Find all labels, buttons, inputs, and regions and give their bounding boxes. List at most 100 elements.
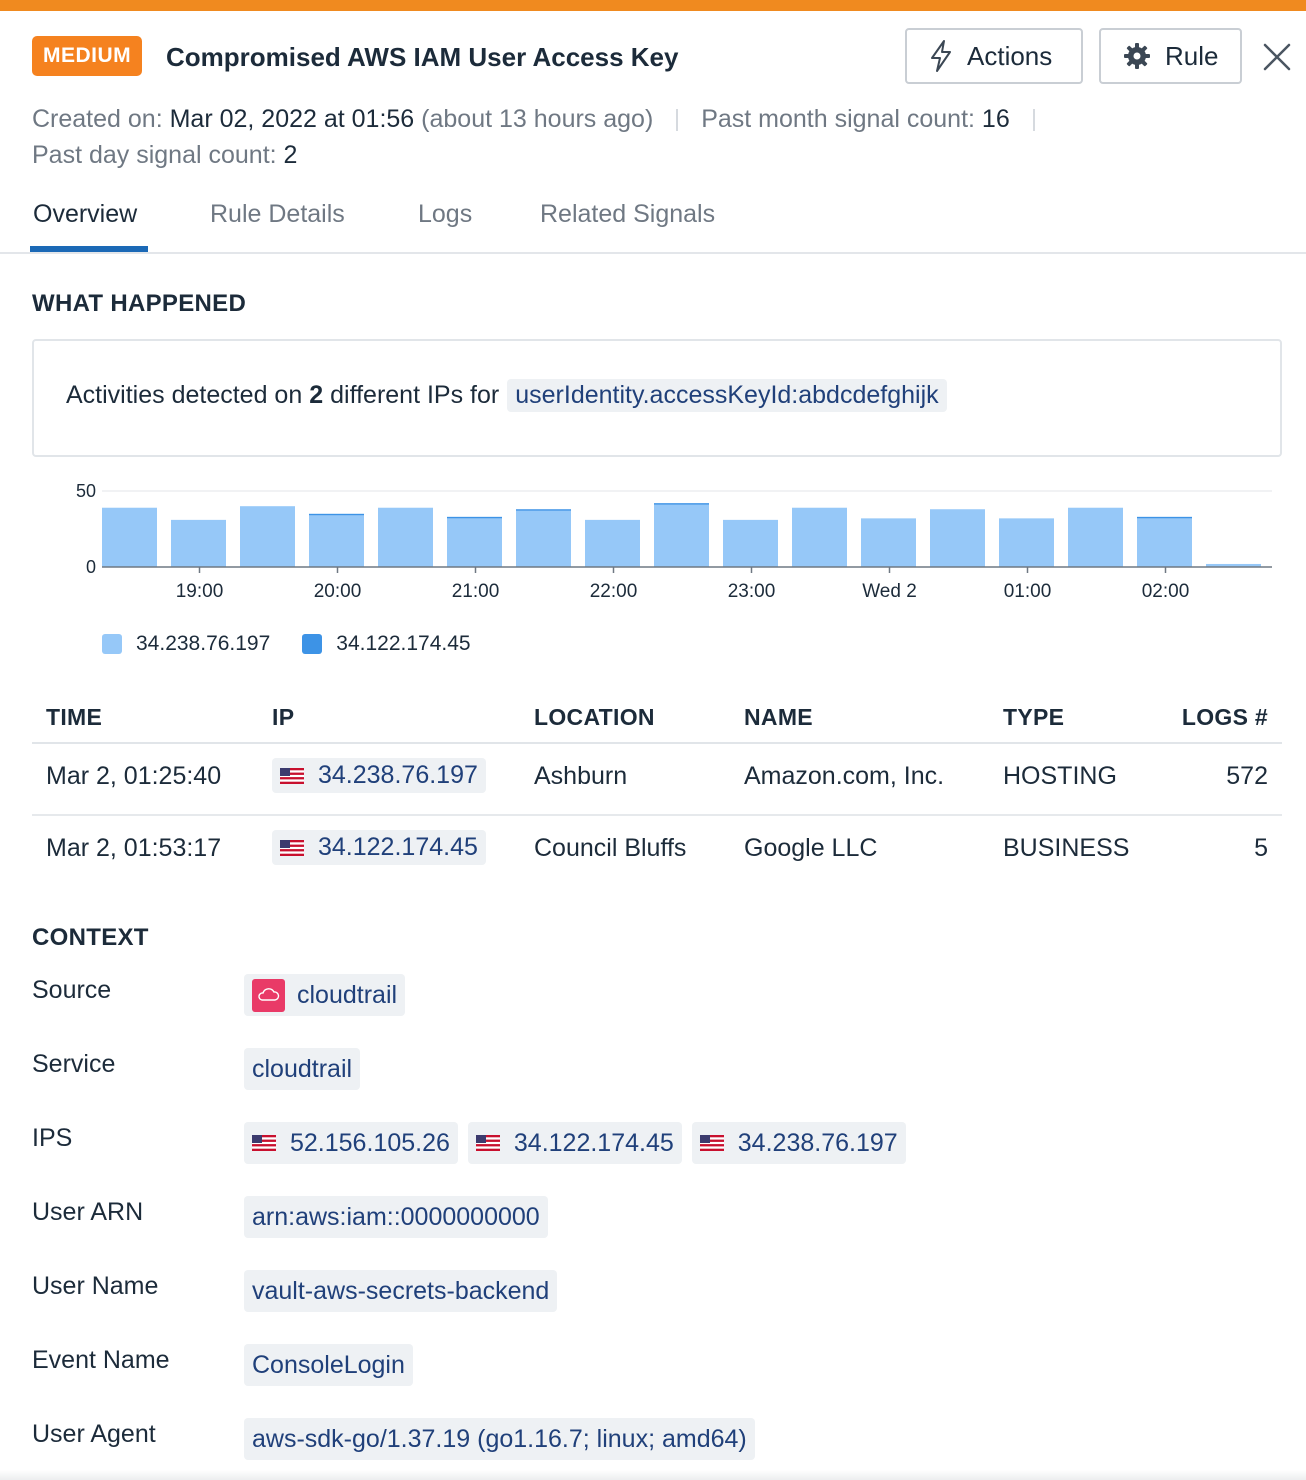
chart-bar: [723, 519, 778, 567]
context-label: User Agent: [32, 1420, 156, 1448]
row-type: HOSTING: [1003, 762, 1117, 790]
context-label: Source: [32, 976, 112, 1004]
what-happened-title: WHAT HAPPENED: [32, 290, 247, 317]
active-tab-indicator: [30, 246, 148, 252]
ip-chip[interactable]: 34.122.174.45: [467, 1122, 682, 1164]
created-value: Mar 02, 2022 at 01:56: [169, 105, 415, 133]
chart-bar: [999, 518, 1054, 567]
signal-meta: Created on: Mar 02, 2022 at 01:56 (about…: [32, 101, 1292, 173]
month-count-label: Past month signal count:: [701, 105, 975, 133]
column-header-type: TYPE: [1003, 704, 1065, 730]
row-logs: 5: [1254, 834, 1268, 862]
column-header-name: NAME: [744, 704, 813, 730]
ip-value: 52.156.105.26: [290, 1128, 450, 1157]
day-count-label: Past day signal count:: [32, 141, 277, 169]
context-row-ips: IPS 52.156.105.26 34.122.174.45 34.238.7…: [32, 1122, 1282, 1168]
context-title: CONTEXT: [32, 924, 149, 951]
row-time: Mar 2, 01:25:40: [46, 762, 222, 790]
source-value: cloudtrail: [297, 980, 398, 1009]
x-tick-label: 22:00: [590, 581, 638, 602]
chart-bar: [654, 503, 709, 505]
tab-logs[interactable]: Logs: [418, 200, 472, 229]
user-arn-chip[interactable]: arn:aws:iam::0000000000: [244, 1196, 548, 1238]
context-row-service: Service cloudtrail: [32, 1048, 1282, 1094]
rule-button-label: Rule: [1165, 40, 1219, 71]
legend-label: 34.238.76.197: [136, 632, 271, 655]
row-ip-value: 34.238.76.197: [318, 761, 478, 789]
us-flag-icon: [280, 839, 304, 856]
meta-separator: [676, 109, 679, 132]
close-icon[interactable]: [1260, 40, 1294, 74]
legend-swatch: [302, 634, 323, 654]
chart-legend: 34.238.76.197 34.122.174.45: [102, 632, 503, 656]
month-count-value: 16: [981, 105, 1010, 133]
legend-label: 34.122.174.45: [336, 632, 471, 655]
user-name-chip[interactable]: vault-aws-secrets-backend: [244, 1270, 558, 1312]
rule-button[interactable]: Rule: [1099, 28, 1242, 84]
actions-button[interactable]: Actions: [905, 28, 1083, 84]
tab-related-signals[interactable]: Related Signals: [540, 200, 715, 229]
chart-bar: [861, 518, 916, 567]
summary-mid: different IPs for: [330, 381, 500, 409]
tab-overview[interactable]: Overview: [33, 200, 137, 229]
column-header-logs: LOGS #: [1181, 704, 1268, 730]
chart-bar: [516, 509, 571, 511]
severity-badge: MEDIUM: [32, 36, 143, 76]
chart-bar: [309, 513, 364, 516]
chart-bar: [309, 515, 364, 567]
row-ip[interactable]: 34.122.174.45: [272, 830, 486, 865]
row-location: Ashburn: [534, 762, 628, 790]
chart-bar: [171, 519, 226, 567]
x-tick-label: 01:00: [1004, 581, 1052, 602]
x-tick-label: 21:00: [452, 581, 500, 602]
context-label: Service: [32, 1050, 116, 1078]
row-ip[interactable]: 34.238.76.197: [272, 758, 486, 793]
column-header-ip: IP: [272, 704, 295, 730]
x-tick-label: 19:00: [176, 581, 224, 602]
day-count-value: 2: [283, 141, 298, 169]
row-ip-value: 34.122.174.45: [318, 833, 478, 861]
chart-bar: [1137, 516, 1192, 519]
chart-bar: [1068, 507, 1123, 567]
scroll-fade: [0, 1470, 1306, 1480]
tab-rule-details[interactable]: Rule Details: [210, 200, 345, 229]
lightning-icon: [931, 40, 951, 72]
row-name: Google LLC: [744, 834, 878, 862]
gear-icon: [1124, 43, 1150, 69]
event-name-chip[interactable]: ConsoleLogin: [244, 1344, 413, 1386]
context-row-source: Source cloudtrail: [32, 974, 1282, 1020]
table-row[interactable]: Mar 2, 01:25:40 34.238.76.197 Ashburn Am…: [32, 744, 1282, 816]
row-time: Mar 2, 01:53:17: [46, 834, 222, 862]
meta-separator: [1032, 109, 1035, 132]
chart-bar: [585, 519, 640, 567]
user-agent-chip[interactable]: aws-sdk-go/1.37.19 (go1.16.7; linux; amd…: [244, 1418, 755, 1460]
summary-count: 2: [309, 381, 324, 409]
ip-activity-chart: 50 0 19:00 20:00 21:00 22:00 23:00 Wed 2 01:00 02…: [76, 481, 1272, 602]
x-tick-label: Wed 2: [862, 581, 917, 602]
chart-bar: [930, 509, 985, 567]
query-chip[interactable]: userIdentity.accessKeyId:abdcdefghijk: [507, 379, 947, 412]
y-tick-label: 0: [86, 557, 96, 577]
table-row[interactable]: Mar 2, 01:53:17 34.122.174.45 Council Bl…: [32, 816, 1282, 888]
service-chip[interactable]: cloudtrail: [244, 1048, 361, 1090]
x-tick-label: 02:00: [1142, 581, 1190, 602]
context-row-user-agent: User Agent aws-sdk-go/1.37.19 (go1.16.7;…: [32, 1418, 1282, 1464]
signal-header: MEDIUM Compromised AWS IAM User Access K…: [32, 28, 1294, 84]
chart-bar: [1137, 518, 1192, 567]
ip-chip[interactable]: 52.156.105.26: [244, 1122, 458, 1164]
legend-item[interactable]: 34.122.174.45: [302, 632, 471, 656]
what-happened-summary: Activities detected on 2 different IPs f…: [32, 339, 1282, 457]
row-type: BUSINESS: [1003, 834, 1130, 862]
source-chip[interactable]: cloudtrail: [244, 974, 406, 1016]
us-flag-icon: [699, 1135, 724, 1151]
cloudtrail-icon: [252, 978, 285, 1012]
chart-bar: [447, 516, 502, 519]
context-row-user-arn: User ARN arn:aws:iam::0000000000: [32, 1196, 1282, 1242]
context-row-event-name: Event Name ConsoleLogin: [32, 1344, 1282, 1390]
table-header-row: TIME IP LOCATION NAME TYPE LOGS #: [32, 690, 1282, 744]
legend-item[interactable]: 34.238.76.197: [102, 632, 270, 656]
chart-bar: [516, 510, 571, 567]
chart-bar: [102, 507, 157, 567]
x-tick-label: 20:00: [314, 581, 362, 602]
ip-chip[interactable]: 34.238.76.197: [691, 1122, 906, 1164]
